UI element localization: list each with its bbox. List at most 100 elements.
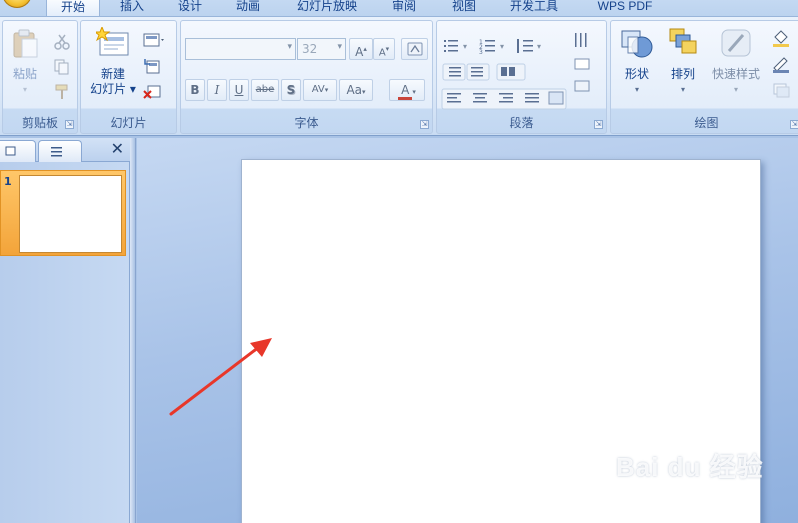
group-clipboard: 粘贴 ▾ 剪贴板 ⇲ [2,20,78,134]
change-case-label: Aa [346,83,363,97]
paste-dropdown-icon: ▾ [22,85,27,94]
alignment-buttons-icon[interactable] [441,87,569,111]
font-size-dropdown[interactable]: 32 ▾ [297,38,346,60]
caret-up-icon: ▴ [363,45,367,53]
shrink-font-button[interactable]: A▾ [373,38,395,60]
group-slides: 新建 幻灯片 ▾ 幻灯片 [80,20,177,134]
quick-styles-icon [721,29,751,57]
svg-text:3: 3 [479,49,483,56]
indent-buttons-icon[interactable] [441,61,529,83]
arrange-icon [669,28,697,54]
arrange-label: 排列 [670,67,695,81]
text-direction-icon[interactable] [573,31,601,95]
font-color-button[interactable]: A ▾ [389,79,425,101]
character-spacing-label: AV [311,84,325,95]
caret-down-icon: ▾ [385,45,390,53]
group-drawing: 形状 ▾ 排列 ▾ 快速样式 ▾ 绘图 ⇲ [610,20,798,134]
tab-slides-view[interactable] [0,140,36,162]
office-button[interactable] [2,0,32,8]
paste-label: 粘贴 [12,67,37,81]
new-slide-icon [93,25,129,56]
chevron-down-icon: ▾ [337,42,342,52]
character-spacing-button[interactable]: AV▾ [303,79,337,101]
clear-formatting-icon [407,42,422,56]
layout-icon[interactable] [143,31,167,49]
new-slide-label-line1: 新建 [100,67,125,81]
grow-font-button[interactable]: A▴ [349,38,373,60]
chevron-down-icon: ▾ [680,85,685,94]
slides-view-icon [5,146,16,156]
tab-developer[interactable]: 开发工具 [504,0,564,16]
font-color-icon: A [398,83,413,100]
underline-button[interactable]: U [229,79,249,101]
paragraph-group-label: 段落 [509,116,534,130]
paragraph-launcher-icon[interactable]: ⇲ [594,120,603,129]
tab-design[interactable]: 设计 [170,0,210,16]
copy-icon[interactable] [53,58,71,76]
bold-button[interactable]: B [185,79,205,101]
quick-styles-button[interactable]: 快速样式 ▾ [707,27,765,97]
reset-slide-icon[interactable] [143,57,161,75]
font-launcher-icon[interactable]: ⇲ [420,120,429,129]
change-case-button[interactable]: Aa▾ [339,79,373,101]
tab-slideshow[interactable]: 幻灯片放映 [288,0,366,16]
shapes-button[interactable]: 形状 ▾ [617,27,657,97]
shape-fill-icon[interactable] [771,29,795,47]
tab-outline-view[interactable] [38,140,82,162]
font-name-dropdown[interactable]: ▾ [185,38,296,60]
baidu-watermark-logo: Bai du 经验 [616,452,764,482]
tab-home[interactable]: 开始 [46,0,100,16]
drawing-group-label: 绘图 [694,116,719,130]
tab-wps-pdf[interactable]: WPS PDF [590,0,660,16]
svg-text:▾: ▾ [537,42,541,51]
clipboard-launcher-icon[interactable]: ⇲ [65,120,74,129]
shape-effects-icon[interactable] [771,81,795,99]
group-font: ▾ 32 ▾ A▴ A▾ B I U abe S AV▾ Aa▾ A ▾ 字体 … [180,20,433,134]
format-painter-icon[interactable] [53,83,71,101]
pane-splitter[interactable] [130,138,136,523]
outline-view-icon [51,147,62,157]
ribbon-tab-strip: 开始 插入 设计 动画 幻灯片放映 审阅 视图 开发工具 WPS PDF [0,0,798,16]
chevron-down-icon: ▾ [412,88,416,96]
tab-insert[interactable]: 插入 [112,0,152,16]
group-paragraph: ▾ 1 2 3 ▾ ▾ 段落 ⇲ [436,20,607,134]
chevron-down-icon: ▾ [287,42,292,52]
chevron-down-icon: ▾ [362,88,366,96]
new-slide-button[interactable]: 新建 幻灯片 ▾ [85,25,141,97]
svg-text:▾: ▾ [500,42,504,51]
list-buttons-icon[interactable]: ▾ 1 2 3 ▾ ▾ [441,35,559,57]
new-slide-label-line2: 幻灯片 ▾ [90,82,136,96]
strikethrough-button[interactable]: abe [251,79,279,101]
quick-styles-label: 快速样式 [711,67,760,81]
slide-number: 1 [4,175,12,188]
drawing-launcher-icon[interactable]: ⇲ [790,120,798,129]
text-shadow-button[interactable]: S [281,79,301,101]
pane-tab-strip: ✕ [0,138,130,162]
shape-outline-icon[interactable] [771,55,795,73]
svg-text:▾: ▾ [463,42,467,51]
slide-thumbnail-row[interactable]: 1 [0,170,126,256]
clear-format-button[interactable] [401,38,428,60]
tab-review[interactable]: 审阅 [384,0,424,16]
chevron-down-icon: ▾ [733,85,738,94]
shapes-icon [621,30,653,58]
arrange-button[interactable]: 排列 ▾ [663,27,703,97]
delete-slide-icon[interactable] [143,83,161,101]
shrink-font-icon: A [378,47,386,59]
italic-button[interactable]: I [207,79,227,101]
slides-group-label: 幻灯片 [110,116,147,130]
close-pane-icon[interactable]: ✕ [111,141,124,157]
tab-view[interactable]: 视图 [444,0,484,16]
cut-icon[interactable] [53,33,71,51]
tab-animation[interactable]: 动画 [228,0,268,16]
slides-pane: ✕ 1 [0,138,130,523]
baidu-watermark-url: jingyan.baidu.com [632,487,729,501]
shapes-label: 形状 [624,67,649,81]
chevron-down-icon: ▾ [634,85,639,94]
font-group-label: 字体 [294,116,319,130]
font-size-value: 32 [302,42,318,56]
slide-thumbnail[interactable] [19,175,122,253]
clipboard-icon [13,29,38,58]
ribbon: 粘贴 ▾ 剪贴板 ⇲ 新建 幻灯片 ▾ 幻灯片 ▾ 32 ▾ A▴ A▾ B I… [0,16,798,136]
paste-button[interactable]: 粘贴 ▾ [7,29,43,97]
